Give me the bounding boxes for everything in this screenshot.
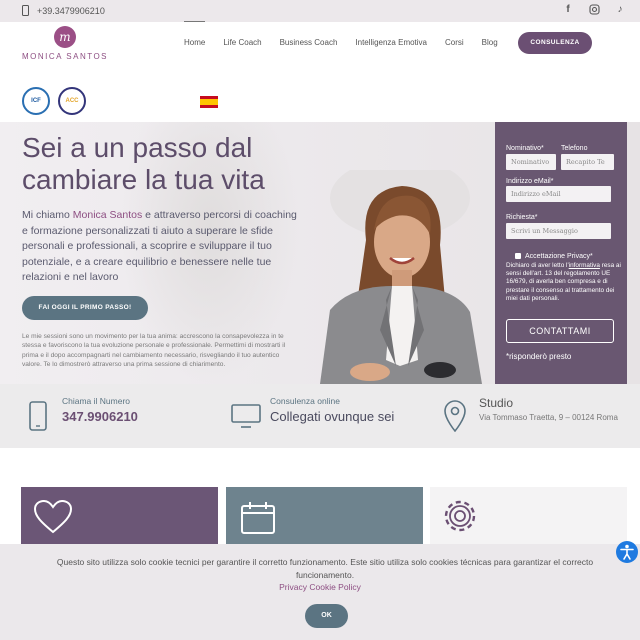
top-phone[interactable]: +39.3479906210 bbox=[22, 5, 105, 16]
calendar-icon bbox=[241, 502, 275, 534]
contact-info-strip: Chiama il Numero 347.9906210 Consulenza … bbox=[0, 384, 640, 448]
hero-intro-pre: Mi chiamo bbox=[22, 209, 73, 221]
studio-block: Studio Via Tommaso Traetta, 9 – 00124 Ro… bbox=[479, 396, 619, 424]
privacy-label: Accettazione Privacy* bbox=[525, 253, 593, 260]
online-block: Consulenza online Collegati ovunque sei bbox=[270, 396, 394, 424]
card-gear[interactable] bbox=[430, 487, 627, 547]
informativa-link[interactable]: informativa bbox=[569, 262, 600, 269]
contact-form: Nominativo* Telefono Nominativo Recapito… bbox=[495, 122, 627, 384]
call-block[interactable]: Chiama il Numero 347.9906210 bbox=[62, 396, 138, 424]
cookie-text: Questo sito utilizza solo cookie tecnici… bbox=[56, 557, 594, 580]
call-label: Chiama il Numero bbox=[62, 396, 131, 406]
certification-badges: ICF ACC bbox=[22, 87, 86, 115]
nav-corsi[interactable]: Corsi bbox=[445, 38, 464, 47]
accessibility-icon bbox=[620, 544, 634, 560]
spain-flag-icon[interactable] bbox=[200, 96, 218, 108]
hero-section: Sei a un passo dal cambiare la tua vita … bbox=[0, 122, 640, 384]
monitor-icon bbox=[231, 404, 261, 428]
site-logo[interactable]: m MONICA SANTOS bbox=[20, 26, 110, 61]
hero-small-text: Le mie sessioni sono un movimento per la… bbox=[22, 333, 286, 369]
smartphone-icon bbox=[29, 401, 47, 431]
nav-home[interactable]: Home bbox=[184, 21, 206, 47]
tiktok-icon[interactable]: ♪ bbox=[614, 4, 626, 16]
email-input[interactable]: Indirizzo eMail bbox=[506, 186, 611, 202]
name-label: Nominativo* bbox=[506, 145, 544, 152]
studio-address: Via Tommaso Traetta, 9 – 00124 Roma bbox=[479, 413, 618, 422]
privacy-checkbox[interactable] bbox=[515, 253, 521, 259]
acc-badge: ACC bbox=[58, 87, 86, 115]
privacy-legal-text: Dichiaro di aver letto l'informativa res… bbox=[506, 262, 622, 303]
contattami-button[interactable]: CONTATTAMI bbox=[506, 319, 614, 343]
instagram-icon[interactable] bbox=[588, 4, 600, 16]
consulenza-button[interactable]: CONSULENZA bbox=[518, 32, 592, 54]
hero-intro-name: Monica Santos bbox=[72, 209, 143, 221]
hero-intro: Mi chiamo Monica Santos e attraverso per… bbox=[22, 208, 302, 286]
hero-title: Sei a un passo dal cambiare la tua vita bbox=[22, 132, 322, 196]
name-input[interactable]: Nominativo bbox=[506, 154, 556, 170]
location-pin-icon bbox=[444, 400, 466, 432]
online-value: Collegati ovunque sei bbox=[270, 409, 395, 424]
nav-blog[interactable]: Blog bbox=[482, 38, 498, 47]
studio-label: Studio bbox=[479, 396, 514, 410]
online-label: Consulenza online bbox=[270, 396, 340, 406]
primo-passo-button[interactable]: FAI OGGI IL PRIMO PASSO! bbox=[22, 296, 148, 320]
heart-icon bbox=[33, 499, 73, 534]
nav-intelligenza-emotiva[interactable]: Intelligenza Emotiva bbox=[355, 38, 427, 47]
cookie-ok-button[interactable]: OK bbox=[305, 604, 348, 628]
hero-title-line1: Sei a un passo dal bbox=[22, 132, 253, 163]
phone-label: Telefono bbox=[561, 145, 588, 152]
service-cards bbox=[0, 448, 640, 548]
main-nav: Home Life Coach Business Coach Intellige… bbox=[184, 21, 516, 47]
call-number[interactable]: 347.9906210 bbox=[62, 409, 138, 424]
icf-badge: ICF bbox=[22, 87, 50, 115]
logo-mark: m bbox=[54, 26, 76, 48]
social-links: f ♪ bbox=[562, 4, 626, 16]
top-phone-number: +39.3479906210 bbox=[37, 5, 105, 16]
phone-input[interactable]: Recapito Te bbox=[561, 154, 614, 170]
card-heart[interactable] bbox=[21, 487, 218, 547]
site-header: m MONICA SANTOS Home Life Coach Business… bbox=[0, 21, 640, 122]
coach-portrait bbox=[320, 170, 482, 384]
facebook-icon[interactable]: f bbox=[562, 4, 574, 16]
logo-text: MONICA SANTOS bbox=[21, 52, 109, 61]
email-label: Indirizzo eMail* bbox=[506, 178, 554, 185]
cookie-banner: Questo sito utilizza solo cookie tecnici… bbox=[0, 544, 640, 640]
top-bar: +39.3479906210 f ♪ bbox=[0, 0, 640, 22]
reply-note: *risponderò presto bbox=[506, 352, 572, 361]
nav-life-coach[interactable]: Life Coach bbox=[223, 38, 261, 47]
mobile-phone-icon bbox=[22, 5, 29, 16]
cookie-policy-link[interactable]: Privacy Cookie Policy bbox=[0, 582, 640, 592]
request-textarea[interactable]: Scrivi un Messaggio bbox=[506, 223, 611, 239]
nav-business-coach[interactable]: Business Coach bbox=[280, 38, 338, 47]
gear-icon bbox=[444, 500, 476, 532]
accessibility-button[interactable] bbox=[616, 541, 638, 563]
request-label: Richiesta* bbox=[506, 214, 538, 221]
hero-title-line2: cambiare la tua vita bbox=[22, 164, 265, 195]
legal-pre: Dichiaro di aver letto l' bbox=[506, 262, 569, 269]
card-calendar[interactable] bbox=[226, 487, 423, 547]
